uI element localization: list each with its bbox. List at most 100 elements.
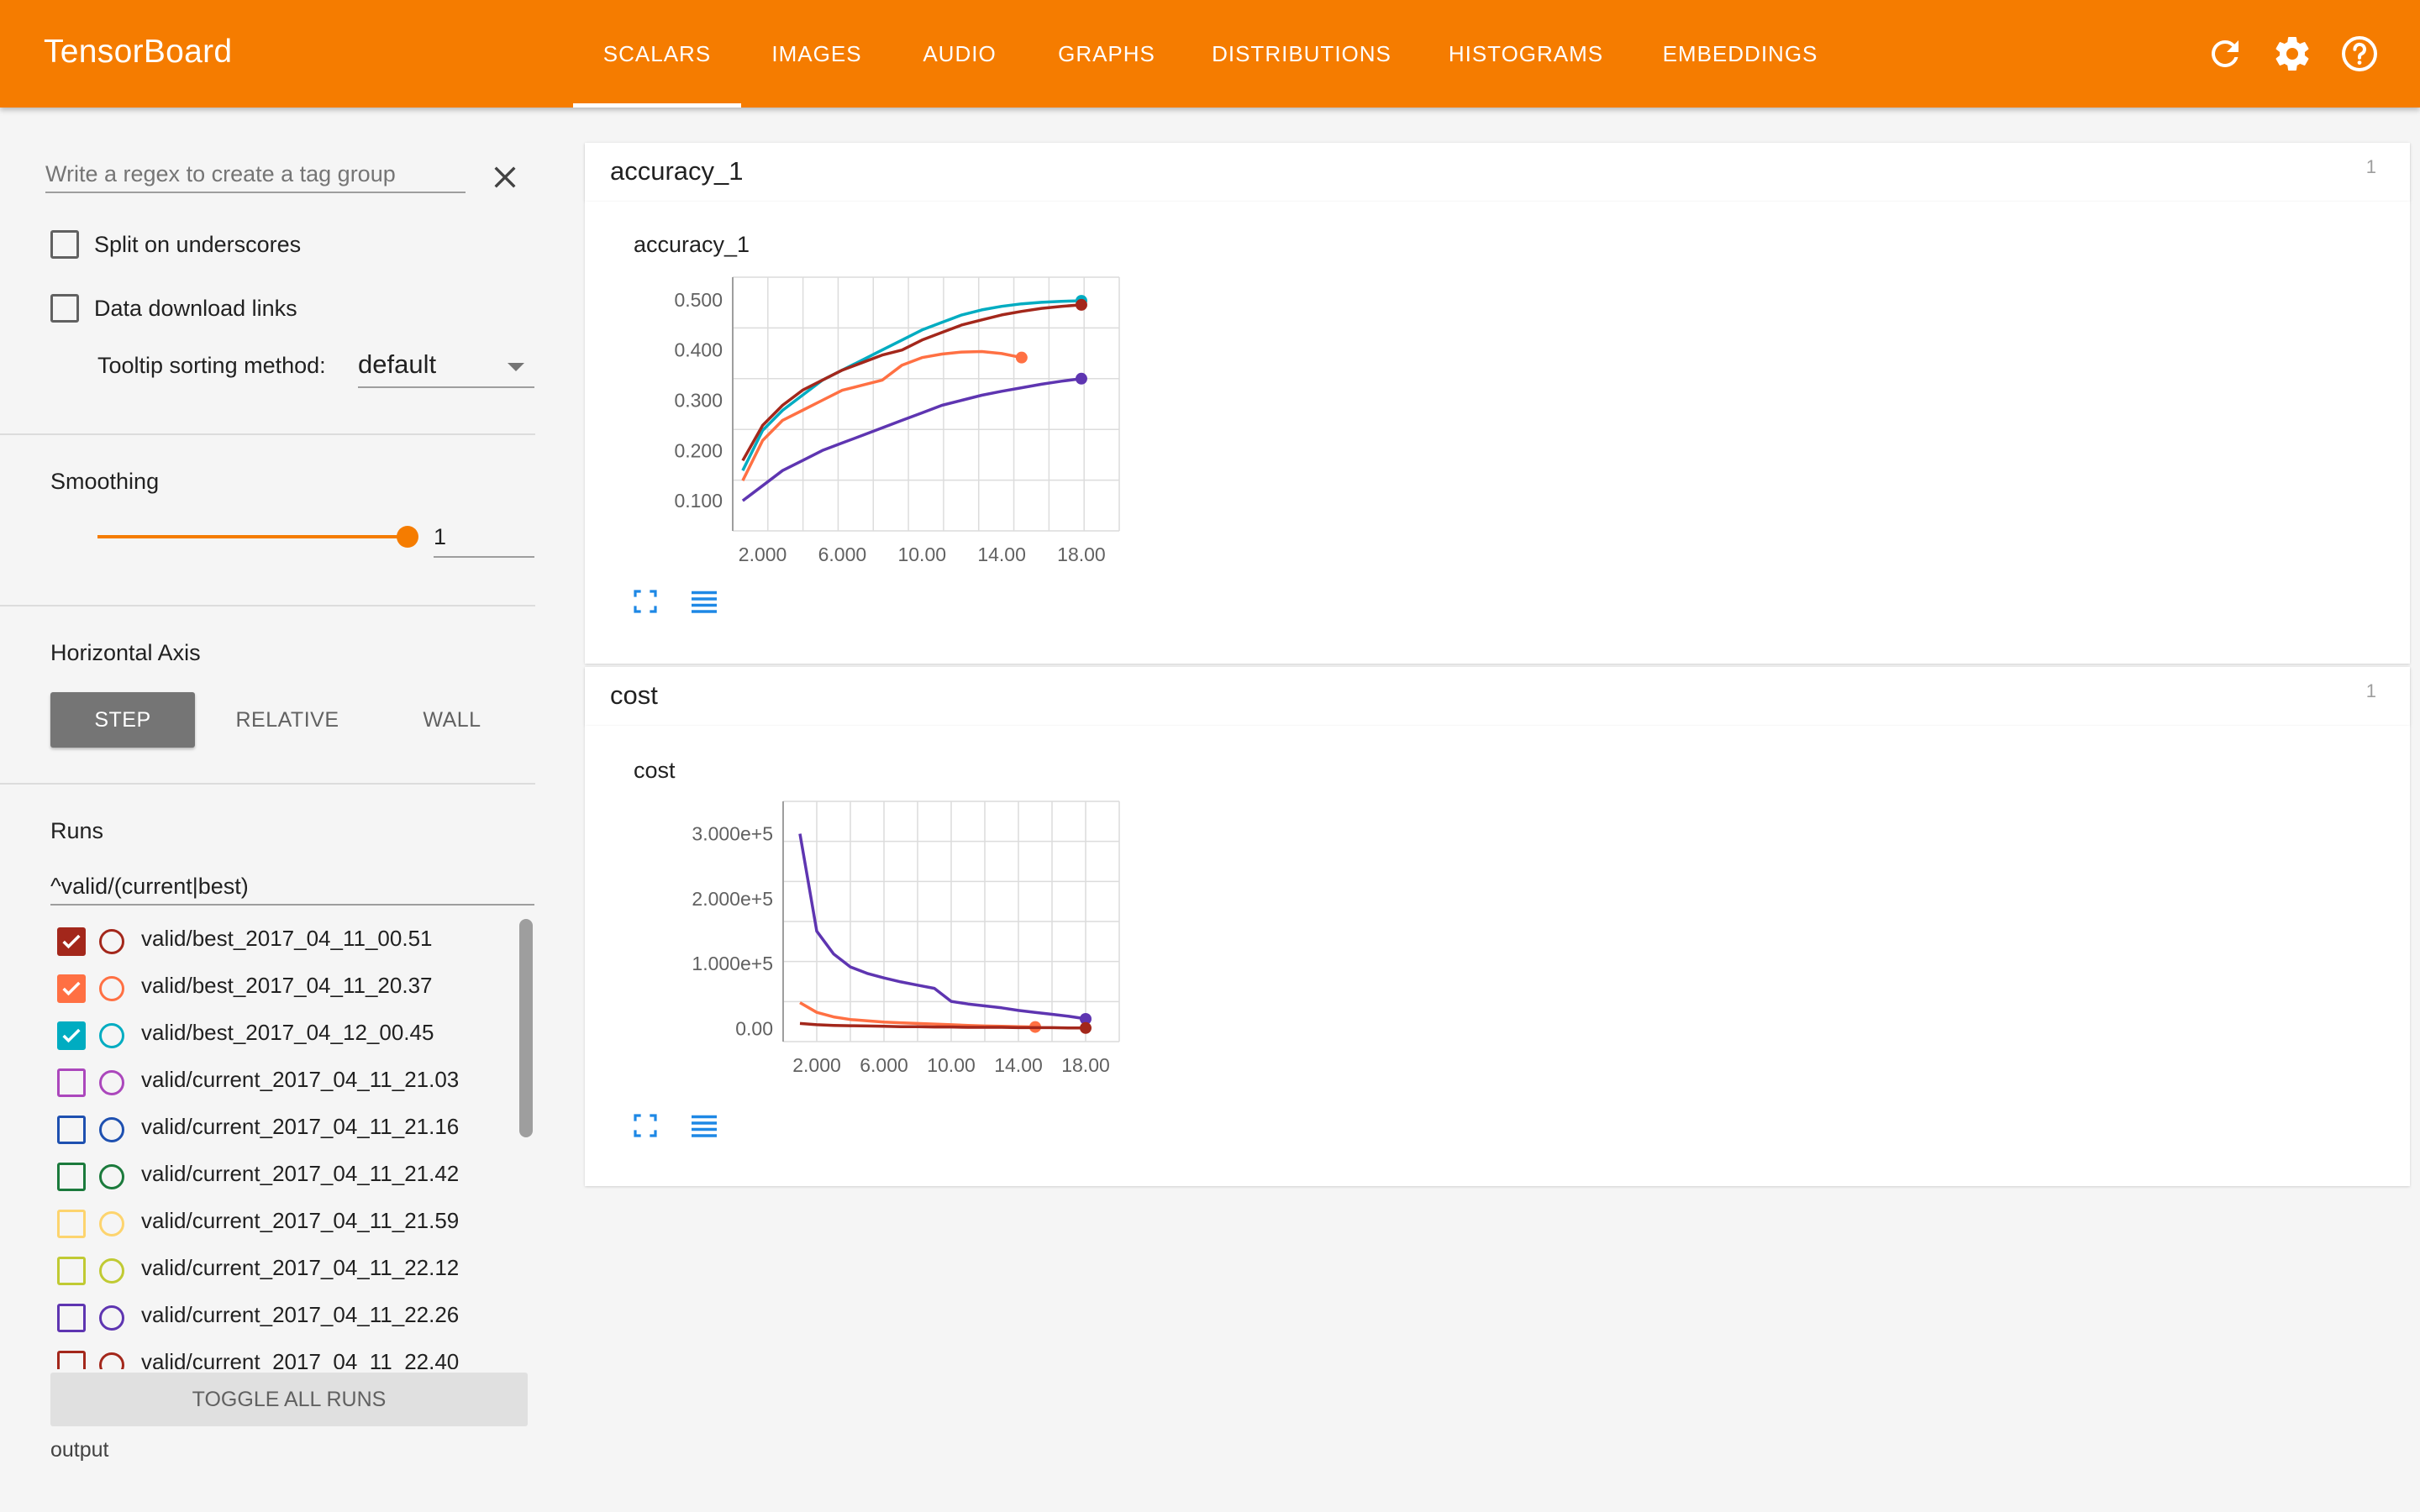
data-selection-icon[interactable] bbox=[689, 1112, 719, 1139]
run-checkbox[interactable] bbox=[57, 1068, 86, 1097]
run-row[interactable]: valid/best_2017_04_11_00.51 bbox=[0, 916, 538, 963]
tab-embeddings[interactable]: EMBEDDINGS bbox=[1652, 0, 1828, 108]
run-label: valid/current_2017_04_11_21.16 bbox=[141, 1114, 460, 1139]
refresh-icon[interactable] bbox=[2205, 34, 2245, 74]
tab-graphs[interactable]: GRAPHS bbox=[1035, 0, 1178, 108]
smoothing-slider-thumb[interactable] bbox=[397, 526, 418, 548]
run-color-circle-icon[interactable] bbox=[99, 1164, 124, 1189]
run-checkbox[interactable] bbox=[57, 1210, 86, 1238]
run-color-circle-icon[interactable] bbox=[99, 1023, 124, 1048]
tab-images[interactable]: IMAGES bbox=[751, 0, 882, 108]
run-label: valid/best_2017_04_11_20.37 bbox=[141, 973, 433, 998]
close-icon[interactable] bbox=[491, 163, 519, 192]
split-underscores-label: Split on underscores bbox=[94, 232, 302, 257]
divider bbox=[0, 433, 535, 435]
divider bbox=[0, 605, 535, 606]
tab-audio[interactable]: AUDIO bbox=[894, 0, 1025, 108]
card-title: cost bbox=[610, 680, 658, 710]
run-label: valid/current_2017_04_11_21.59 bbox=[141, 1208, 460, 1233]
tab-distributions[interactable]: DISTRIBUTIONS bbox=[1202, 0, 1402, 108]
run-row[interactable]: valid/current_2017_04_11_21.16 bbox=[0, 1104, 538, 1151]
smoothing-input[interactable]: 1 bbox=[434, 521, 534, 558]
app-title: TensorBoard bbox=[44, 34, 233, 70]
tab-scalars[interactable]: SCALARS bbox=[573, 0, 741, 108]
divider bbox=[0, 783, 535, 785]
run-checkbox[interactable] bbox=[57, 1116, 86, 1144]
y-tick-label: 0.500 bbox=[674, 289, 723, 311]
card-body-accuracy: accuracy_1 0.100 0.200 0.300 0.400 0.500 2.00… bbox=[585, 202, 2410, 664]
run-label: valid/current_2017_04_11_21.03 bbox=[141, 1067, 460, 1092]
run-color-circle-icon[interactable] bbox=[99, 1211, 124, 1236]
run-label: valid/current_2017_04_11_22.12 bbox=[141, 1255, 460, 1280]
x-tick-label: 14.00 bbox=[994, 1054, 1043, 1076]
axis-relative-button[interactable]: RELATIVE bbox=[215, 692, 360, 748]
x-tick-label: 2.000 bbox=[792, 1054, 841, 1076]
card-title: accuracy_1 bbox=[610, 156, 744, 186]
run-checkbox[interactable] bbox=[57, 1257, 86, 1285]
run-checkbox[interactable] bbox=[57, 974, 86, 1003]
cost-chart[interactable]: 0.00 1.000e+5 2.000e+5 3.000e+5 2.000 6.000 10… bbox=[585, 726, 1173, 1186]
series-line bbox=[798, 833, 1086, 1021]
run-color-circle-icon[interactable] bbox=[99, 976, 124, 1001]
regex-input[interactable] bbox=[45, 156, 466, 193]
card-header-accuracy[interactable]: accuracy_1 1 bbox=[585, 143, 2410, 202]
run-color-circle-icon[interactable] bbox=[99, 929, 124, 954]
x-tick-label: 10.00 bbox=[897, 543, 946, 565]
run-color-circle-icon[interactable] bbox=[99, 1117, 124, 1142]
expand-icon[interactable] bbox=[632, 588, 659, 615]
smoothing-slider-track[interactable] bbox=[97, 535, 408, 538]
run-color-circle-icon[interactable] bbox=[99, 1070, 124, 1095]
y-tick-label: 0.200 bbox=[674, 439, 723, 461]
y-tick-label: 0.100 bbox=[674, 490, 723, 512]
tooltip-sorting-value: default bbox=[358, 349, 437, 379]
output-label: output bbox=[50, 1438, 109, 1462]
run-row[interactable]: valid/best_2017_04_11_20.37 bbox=[0, 963, 538, 1010]
run-color-circle-icon[interactable] bbox=[99, 1305, 124, 1331]
card-count: 1 bbox=[2365, 680, 2376, 701]
axis-step-button[interactable]: STEP bbox=[50, 692, 195, 748]
runs-scrollbar[interactable] bbox=[519, 919, 533, 1137]
check-icon bbox=[62, 934, 81, 949]
y-tick-label: 0.300 bbox=[674, 390, 723, 412]
run-row[interactable]: valid/current_2017_04_11_21.59 bbox=[0, 1198, 538, 1245]
tooltip-sorting-select[interactable]: default bbox=[358, 346, 534, 388]
data-selection-icon[interactable] bbox=[689, 588, 719, 615]
settings-icon[interactable] bbox=[2272, 34, 2312, 74]
run-row[interactable]: valid/current_2017_04_11_22.26 bbox=[0, 1292, 538, 1339]
check-icon bbox=[62, 981, 81, 996]
card-header-cost[interactable]: cost 1 bbox=[585, 667, 2410, 726]
x-tick-label: 10.00 bbox=[927, 1054, 976, 1076]
x-tick-label: 2.000 bbox=[739, 543, 787, 565]
series-endpoint bbox=[1075, 372, 1087, 385]
series-line bbox=[741, 349, 1023, 481]
run-checkbox[interactable] bbox=[57, 1163, 86, 1191]
series-endpoint bbox=[1015, 351, 1028, 364]
help-icon[interactable] bbox=[2339, 34, 2380, 74]
toggle-all-runs-button[interactable]: TOGGLE ALL RUNS bbox=[50, 1373, 528, 1426]
run-row[interactable]: valid/current_2017_04_11_22.40 bbox=[0, 1339, 538, 1369]
run-checkbox[interactable] bbox=[57, 1304, 86, 1332]
x-tick-label: 18.00 bbox=[1057, 543, 1106, 565]
run-color-circle-icon[interactable] bbox=[99, 1352, 124, 1369]
checkbox-box[interactable] bbox=[50, 294, 79, 323]
run-color-circle-icon[interactable] bbox=[99, 1258, 124, 1284]
x-tick-label: 14.00 bbox=[977, 543, 1026, 565]
y-tick-label: 1.000e+5 bbox=[692, 953, 773, 974]
run-row[interactable]: valid/current_2017_04_11_21.03 bbox=[0, 1057, 538, 1104]
app-header: TensorBoard SCALARS IMAGES AUDIO GRAPHS … bbox=[0, 0, 2420, 108]
checkbox-box[interactable] bbox=[50, 230, 79, 259]
run-row[interactable]: valid/best_2017_04_12_00.45 bbox=[0, 1010, 538, 1057]
expand-icon[interactable] bbox=[632, 1112, 659, 1139]
download-links-label: Data download links bbox=[94, 296, 297, 321]
run-row[interactable]: valid/current_2017_04_11_22.12 bbox=[0, 1245, 538, 1292]
chevron-down-icon bbox=[508, 363, 524, 371]
run-checkbox[interactable] bbox=[57, 927, 86, 956]
run-checkbox[interactable] bbox=[57, 1021, 86, 1050]
axis-wall-button[interactable]: WALL bbox=[380, 692, 524, 748]
tab-histograms[interactable]: HISTOGRAMS bbox=[1434, 0, 1618, 108]
run-checkbox[interactable] bbox=[57, 1351, 86, 1369]
smoothing-value: 1 bbox=[434, 524, 447, 549]
runs-filter-input[interactable]: ^valid/(current|best) bbox=[50, 869, 534, 906]
accuracy-chart[interactable]: 0.100 0.200 0.300 0.400 0.500 2.000 6.000 10.00… bbox=[585, 202, 1173, 664]
run-row[interactable]: valid/current_2017_04_11_21.42 bbox=[0, 1151, 538, 1198]
